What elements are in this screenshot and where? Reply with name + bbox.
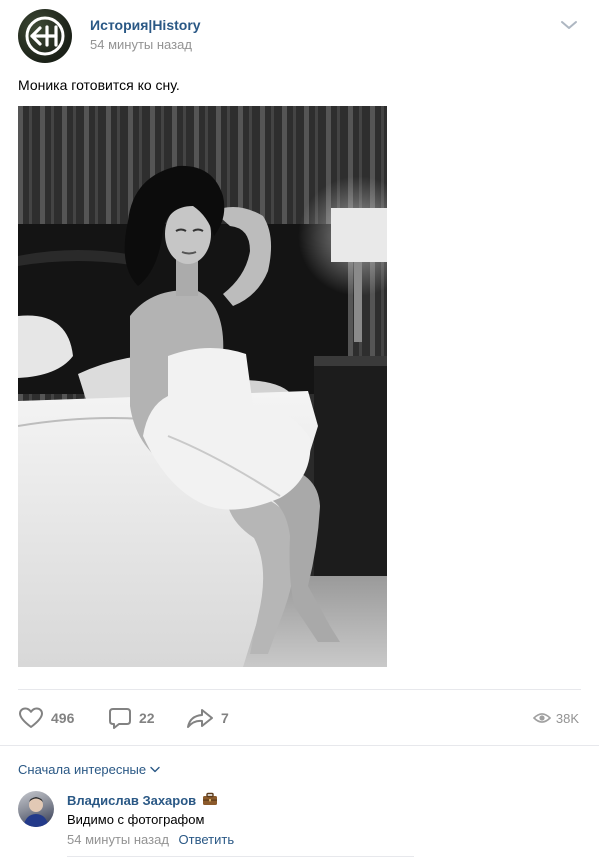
comments-divider xyxy=(0,745,599,746)
post-text: Моника готовится ко сну. xyxy=(18,77,180,93)
comment-time[interactable]: 54 минуты назад xyxy=(67,832,169,847)
community-name[interactable]: История|History xyxy=(90,17,201,33)
post-header: История|History 54 минуты назад xyxy=(18,8,581,64)
eye-icon xyxy=(532,713,551,723)
more-chevron-icon[interactable] xyxy=(559,18,579,32)
comment-author[interactable]: Владислав Захаров xyxy=(67,792,218,809)
comment-meta: 54 минуты назад Ответить xyxy=(67,832,234,847)
actions-divider xyxy=(18,689,581,690)
comments-sort-dropdown[interactable]: Сначала интересные xyxy=(18,762,160,777)
chevron-down-icon xyxy=(150,766,160,773)
post-time[interactable]: 54 минуты назад xyxy=(90,37,192,52)
comment-text: Видимо с фотографом xyxy=(67,812,205,827)
comment-icon xyxy=(109,708,131,729)
community-logo-icon xyxy=(25,16,65,56)
comment-bottom-divider xyxy=(67,856,414,857)
heart-icon xyxy=(19,707,43,728)
share-button[interactable]: 7 xyxy=(186,703,229,733)
briefcase-icon xyxy=(202,792,218,809)
post-photo[interactable] xyxy=(18,106,387,667)
share-icon xyxy=(187,709,213,728)
comment-author-name: Владислав Захаров xyxy=(67,793,197,808)
reply-button[interactable]: Ответить xyxy=(179,832,235,847)
views-count: 38K xyxy=(555,710,579,726)
commenter-avatar[interactable] xyxy=(18,791,54,827)
share-count: 7 xyxy=(221,710,229,726)
comment-count: 22 xyxy=(139,710,155,726)
like-button[interactable]: 496 xyxy=(18,703,74,733)
post-actions: 496 22 7 38K xyxy=(18,703,581,733)
community-avatar[interactable] xyxy=(18,9,72,63)
like-count: 496 xyxy=(51,710,75,726)
comment-button[interactable]: 22 xyxy=(108,703,155,733)
views-counter: 38K xyxy=(532,703,579,733)
photo-illustration xyxy=(18,106,387,667)
comments-sort-label: Сначала интересные xyxy=(18,762,147,777)
